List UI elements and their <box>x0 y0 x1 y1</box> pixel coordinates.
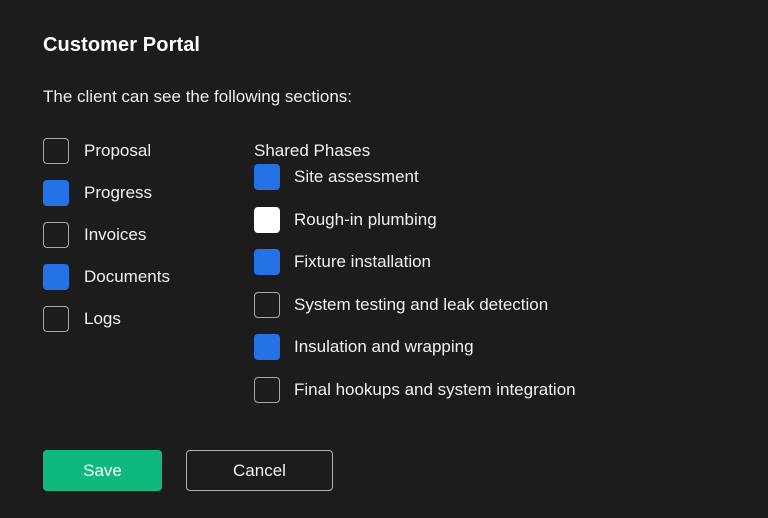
checkbox-row-proposal[interactable]: Proposal <box>43 138 243 164</box>
checkbox-row-final-hookups[interactable]: Final hookups and system integration <box>254 376 734 403</box>
shared-phases-column: Shared Phases Site assessment Rough-in p… <box>254 138 734 419</box>
page-title: Customer Portal <box>43 34 201 56</box>
checkbox-row-fixture-installation[interactable]: Fixture installation <box>254 249 734 275</box>
checkbox-label-progress: Progress <box>84 183 153 202</box>
checkbox-label-fixture-installation: Fixture installation <box>294 252 432 271</box>
dialog-description: The client can see the following section… <box>43 87 353 106</box>
save-button[interactable]: Save <box>43 450 162 491</box>
shared-phases-header: Shared Phases <box>254 141 371 160</box>
checkbox-row-documents[interactable]: Documents <box>43 264 243 290</box>
checkbox-row-logs[interactable]: Logs <box>43 306 243 332</box>
checkbox-icon-insulation-wrapping[interactable] <box>254 334 280 360</box>
checkbox-label-site-assessment: Site assessment <box>294 167 419 186</box>
checkbox-row-insulation-wrapping[interactable]: Insulation and wrapping <box>254 334 734 360</box>
checkbox-label-invoices: Invoices <box>84 225 147 244</box>
customer-portal-dialog: Customer Portal The client can see the f… <box>0 0 768 518</box>
checkbox-icon-invoices[interactable] <box>43 222 69 248</box>
checkbox-label-system-testing: System testing and leak detection <box>294 294 549 314</box>
cancel-button[interactable]: Cancel <box>186 450 333 491</box>
checkbox-row-progress[interactable]: Progress <box>43 180 243 206</box>
checkbox-icon-fixture-installation[interactable] <box>254 249 280 275</box>
dialog-actions: Save Cancel <box>43 450 333 491</box>
checkbox-icon-system-testing[interactable] <box>254 291 280 318</box>
checkbox-row-rough-in-plumbing[interactable]: Rough-in plumbing <box>254 206 734 233</box>
checkbox-label-proposal: Proposal <box>84 141 152 160</box>
checkbox-icon-progress[interactable] <box>43 180 69 206</box>
checkbox-icon-final-hookups[interactable] <box>254 376 280 403</box>
checkbox-label-insulation-wrapping: Insulation and wrapping <box>294 337 474 356</box>
checkbox-icon-rough-in-plumbing[interactable] <box>254 206 280 233</box>
checkbox-icon-site-assessment[interactable] <box>254 164 280 190</box>
checkbox-row-system-testing[interactable]: System testing and leak detection <box>254 291 734 318</box>
checkbox-icon-documents[interactable] <box>43 264 69 290</box>
checkbox-label-documents: Documents <box>84 267 170 286</box>
checkbox-icon-proposal[interactable] <box>43 138 69 164</box>
checkbox-row-invoices[interactable]: Invoices <box>43 222 243 248</box>
checkbox-label-rough-in-plumbing: Rough-in plumbing <box>294 209 437 229</box>
sections-column: Proposal Progress Invoices Documents Log… <box>43 138 243 348</box>
checkbox-label-final-hookups: Final hookups and system integration <box>294 379 576 399</box>
checkbox-row-site-assessment[interactable]: Site assessment <box>254 164 734 190</box>
checkbox-icon-logs[interactable] <box>43 306 69 332</box>
checkbox-label-logs: Logs <box>84 309 121 328</box>
